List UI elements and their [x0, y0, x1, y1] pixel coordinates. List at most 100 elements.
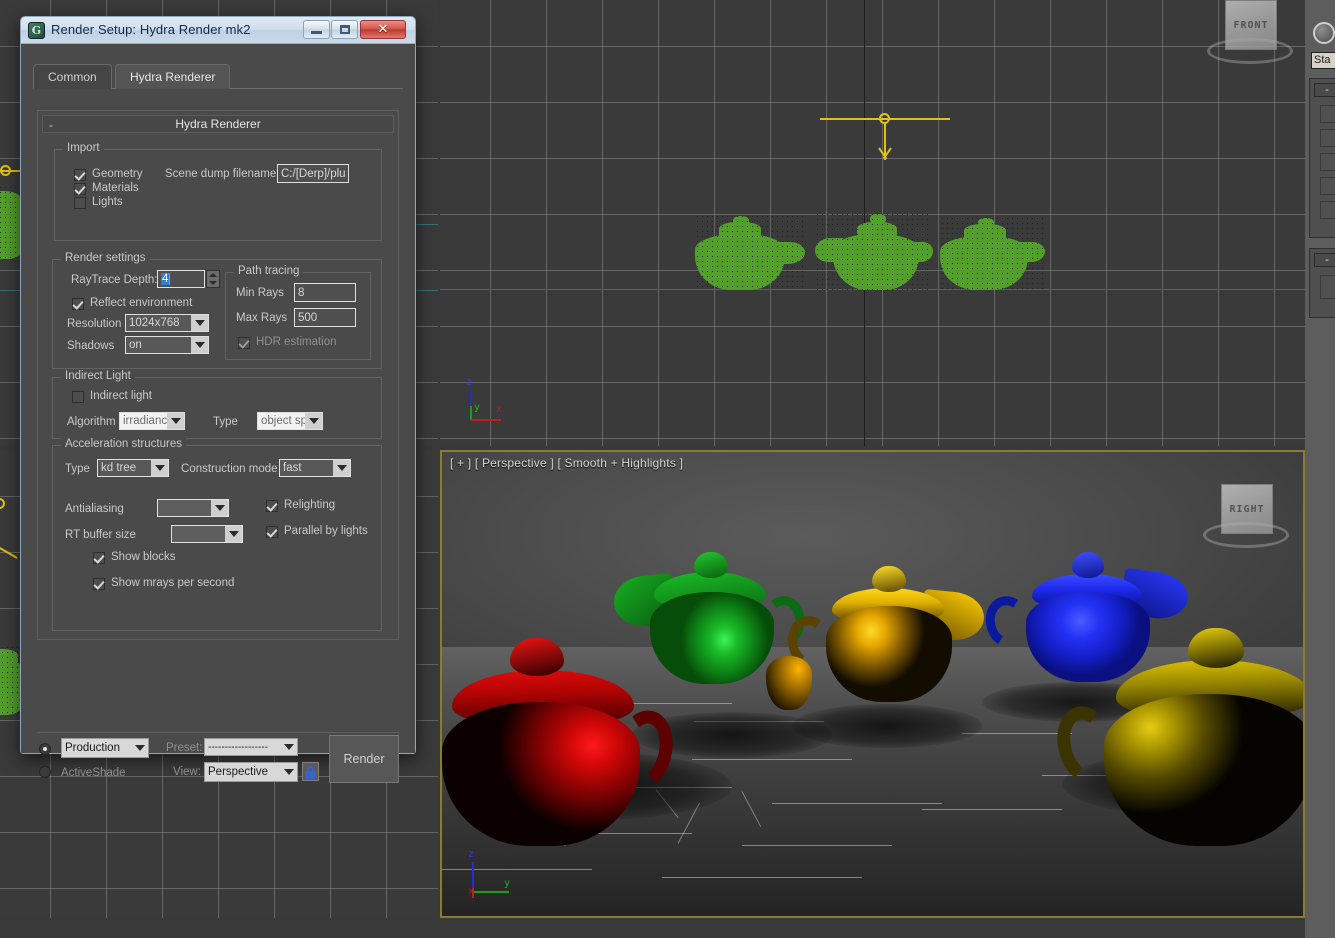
param-slot[interactable] — [1320, 201, 1335, 219]
param-slot[interactable] — [1320, 105, 1335, 123]
teapot-olive[interactable] — [1068, 608, 1305, 852]
viewport-label: [ + ] [ Perspective ] [ Smooth + Highlig… — [450, 456, 683, 470]
relighting-checkbox[interactable] — [266, 500, 278, 512]
view-dropdown[interactable]: Perspective — [204, 762, 298, 782]
chevron-down-icon[interactable] — [151, 460, 168, 476]
teapot-wireframe[interactable] — [815, 212, 930, 290]
view-value: Perspective — [205, 766, 280, 778]
shadows-dropdown[interactable]: on — [125, 336, 209, 354]
chevron-down-icon[interactable] — [305, 413, 322, 429]
accel-type-label: Type — [65, 463, 90, 475]
parallel-by-lights-checkbox[interactable] — [266, 526, 278, 538]
viewcube-ring — [1203, 522, 1289, 548]
color-swatch-button[interactable] — [1313, 22, 1335, 44]
command-panel[interactable]: Sta - - — [1305, 0, 1335, 938]
teapot-wireframe[interactable] — [940, 216, 1045, 290]
resolution-label: Resolution — [67, 318, 121, 330]
param-slot[interactable] — [1320, 153, 1335, 171]
teapot-orange-partial[interactable] — [766, 648, 822, 712]
viewcube-front[interactable]: FRONT — [1201, 0, 1297, 72]
chevron-down-icon[interactable] — [167, 413, 184, 429]
chevron-down-icon[interactable] — [191, 337, 208, 353]
activeshade-radio[interactable] — [39, 766, 51, 778]
raytrace-depth-label: RayTrace Depth: — [71, 274, 158, 286]
preset-dropdown[interactable]: ------------------ — [204, 738, 298, 756]
viewport-front[interactable]: FRONT z y x — [440, 0, 1305, 446]
lock-icon — [305, 764, 316, 779]
activeshade-label: ActiveShade — [61, 767, 126, 779]
tab-hydra-renderer[interactable]: Hydra Renderer — [115, 64, 230, 89]
show-mrays-checkbox[interactable] — [93, 578, 105, 590]
reflect-environment-checkbox[interactable] — [72, 298, 84, 310]
view-label: View: — [173, 766, 201, 778]
max-rays-input[interactable]: 500 — [294, 308, 356, 327]
close-button[interactable]: ✕ — [360, 20, 406, 39]
raytrace-depth-spinner[interactable] — [206, 270, 220, 288]
scene-dump-filename-input[interactable]: C:/[Derp]/plu — [277, 164, 349, 183]
rt-buffer-size-dropdown[interactable] — [171, 525, 243, 543]
chevron-down-icon[interactable] — [211, 500, 228, 516]
antialiasing-label: Antialiasing — [65, 503, 124, 515]
geometry-checkbox[interactable] — [74, 169, 86, 181]
construction-mode-dropdown[interactable]: fast — [279, 459, 351, 477]
indirect-type-value: object spa — [258, 415, 305, 427]
teapot-wireframe[interactable] — [695, 214, 805, 290]
indirect-light-label: Indirect light — [90, 390, 152, 402]
axis-tripod: z y x — [460, 378, 514, 432]
algorithm-dropdown[interactable]: irradiance — [119, 412, 185, 430]
hydra-renderer-rollout: - Hydra Renderer Import Geometry Materia… — [37, 110, 399, 640]
rollup-header[interactable]: - — [1314, 253, 1335, 267]
minimize-button[interactable] — [303, 20, 330, 39]
dialog-titlebar[interactable]: G Render Setup: Hydra Render mk2 ✕ — [21, 17, 415, 44]
chevron-down-icon[interactable] — [131, 739, 148, 757]
param-slot[interactable] — [1320, 129, 1335, 147]
indirect-light-title: Indirect Light — [61, 370, 135, 382]
chevron-down-icon[interactable] — [280, 763, 297, 781]
object-name-field[interactable]: Sta — [1311, 52, 1335, 69]
parallel-by-lights-label: Parallel by lights — [284, 525, 368, 537]
render-settings-group: Render settings RayTrace Depth: 4 Reflec… — [52, 259, 382, 369]
chevron-down-icon[interactable] — [225, 526, 242, 542]
indirect-light-checkbox[interactable] — [72, 391, 84, 403]
geometry-label: Geometry — [92, 168, 143, 180]
raytrace-depth-value: 4 — [161, 273, 169, 285]
teapot-red[interactable] — [440, 618, 684, 846]
construction-mode-value: fast — [280, 462, 333, 474]
spinner-down[interactable] — [207, 279, 219, 287]
chevron-down-icon[interactable] — [191, 315, 208, 331]
chevron-down-icon[interactable] — [333, 460, 350, 476]
render-mode-dropdown[interactable]: Production — [61, 738, 149, 758]
raytrace-depth-input[interactable]: 4 — [157, 270, 205, 288]
reflect-environment-label: Reflect environment — [90, 297, 192, 309]
production-radio[interactable] — [39, 743, 51, 755]
viewcube-right[interactable]: RIGHT — [1197, 478, 1293, 556]
spinner-up[interactable] — [207, 271, 219, 279]
viewport-perspective[interactable]: [ + ] [ Perspective ] [ Smooth + Highlig… — [440, 450, 1305, 918]
maximize-button[interactable] — [331, 20, 358, 39]
rollup-header[interactable]: - — [1314, 83, 1335, 97]
indirect-type-label: Type — [213, 416, 238, 428]
lights-checkbox[interactable] — [74, 197, 86, 209]
directional-light-gizmo[interactable] — [820, 110, 950, 162]
render-button-label: Render — [344, 752, 385, 766]
indirect-type-dropdown[interactable]: object spa — [257, 412, 323, 430]
resolution-dropdown[interactable]: 1024x768 — [125, 314, 209, 332]
param-slot[interactable] — [1320, 275, 1335, 299]
rollout-header[interactable]: - Hydra Renderer — [42, 115, 394, 133]
materials-checkbox[interactable] — [74, 183, 86, 195]
teapot-yellow[interactable] — [794, 564, 984, 714]
antialiasing-dropdown[interactable] — [157, 499, 229, 517]
accel-type-value: kd tree — [98, 462, 151, 474]
show-blocks-checkbox[interactable] — [93, 552, 105, 564]
accel-type-dropdown[interactable]: kd tree — [97, 459, 169, 477]
lock-view-button[interactable] — [302, 762, 319, 781]
scene-dump-label: Scene dump filename — [165, 168, 276, 180]
render-bottom-bar: Production ActiveShade Preset: ---------… — [37, 732, 399, 787]
chevron-down-icon[interactable] — [280, 739, 297, 755]
param-slot[interactable] — [1320, 177, 1335, 195]
render-button[interactable]: Render — [329, 735, 399, 783]
min-rays-input[interactable]: 8 — [294, 283, 356, 302]
acceleration-group: Acceleration structures Type kd tree Con… — [52, 445, 382, 631]
hdr-estimation-checkbox[interactable] — [238, 337, 250, 349]
tab-common[interactable]: Common — [33, 64, 112, 89]
